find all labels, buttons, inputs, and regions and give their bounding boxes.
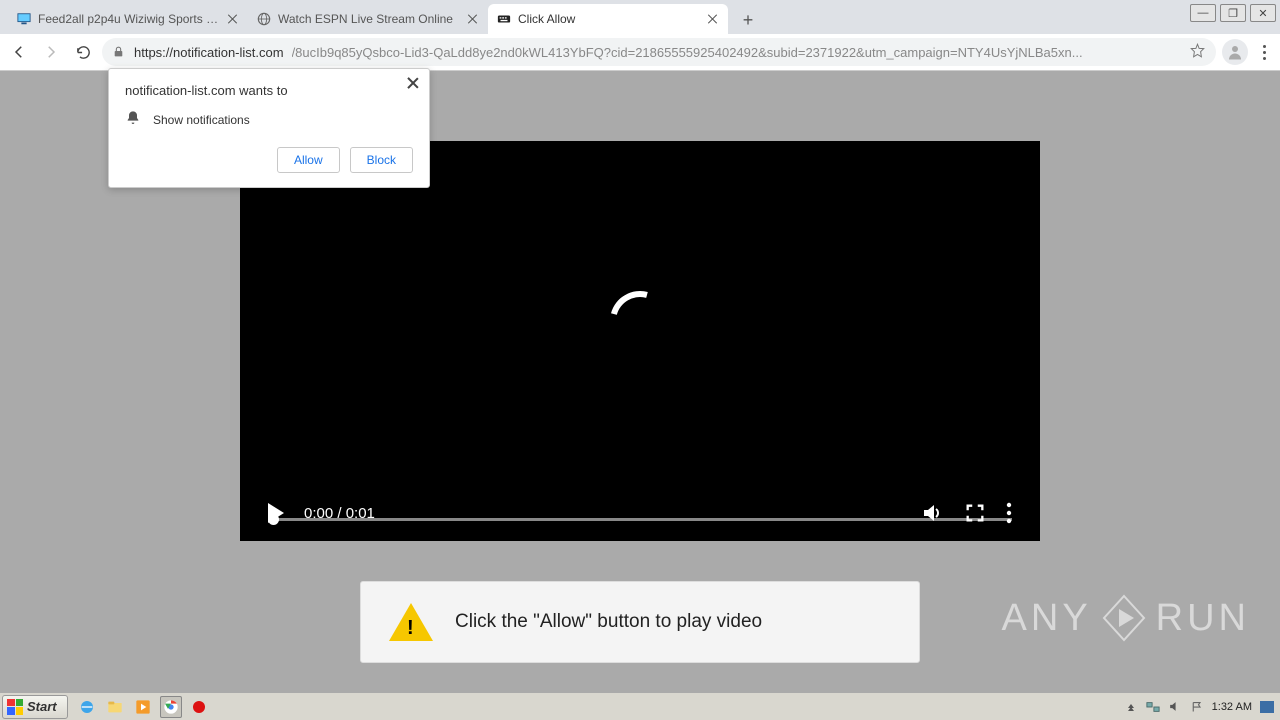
hint-text: Click the "Allow" button to play video <box>455 611 762 633</box>
play-outline-icon <box>1100 594 1148 642</box>
taskbar-red-circle-icon[interactable] <box>188 696 210 718</box>
close-window-button[interactable]: ✕ <box>1250 4 1276 22</box>
notification-permission-prompt: notification-list.com wants to Show noti… <box>108 68 430 188</box>
taskbar-chrome-icon[interactable] <box>160 696 182 718</box>
back-button[interactable] <box>6 39 32 65</box>
system-tray: 1:32 AM <box>1124 700 1280 714</box>
tray-network-icon[interactable] <box>1146 700 1160 714</box>
video-time: 0:00 / 0:01 <box>304 505 375 522</box>
address-bar[interactable]: https://notification-list.com /8ucIb9q85… <box>102 38 1216 66</box>
anyrun-watermark: ANY RUN <box>1002 594 1250 642</box>
allow-button[interactable]: Allow <box>277 147 340 173</box>
watermark-left: ANY <box>1002 597 1092 640</box>
browser-menu-button[interactable] <box>1254 45 1274 60</box>
taskbar-ie-icon[interactable] <box>76 696 98 718</box>
loading-spinner-icon <box>599 280 681 362</box>
favicon-keyboard-icon <box>496 11 512 27</box>
fullscreen-icon[interactable] <box>964 502 986 524</box>
tab-2[interactable]: Watch ESPN Live Stream Online <box>248 4 488 34</box>
reload-button[interactable] <box>70 39 96 65</box>
tab-title: Watch ESPN Live Stream Online <box>278 12 460 26</box>
url-host: https://notification-list.com <box>134 45 284 60</box>
profile-avatar[interactable] <box>1222 39 1248 65</box>
close-icon[interactable] <box>466 12 480 26</box>
new-tab-button[interactable]: + <box>734 6 762 34</box>
forward-button[interactable] <box>38 39 64 65</box>
watermark-right: RUN <box>1156 597 1250 640</box>
taskbar-media-icon[interactable] <box>132 696 154 718</box>
favicon-globe-icon <box>256 11 272 27</box>
tab-3-active[interactable]: Click Allow <box>488 4 728 34</box>
permission-title: notification-list.com wants to <box>125 83 413 98</box>
video-more-icon[interactable] <box>1006 502 1012 524</box>
taskbar: Start 1:32 AM <box>0 692 1280 720</box>
tray-clock[interactable]: 1:32 AM <box>1212 701 1252 713</box>
start-button[interactable]: Start <box>2 695 68 719</box>
close-icon[interactable] <box>226 12 240 26</box>
play-icon[interactable] <box>268 503 284 523</box>
video-controls: 0:00 / 0:01 <box>240 485 1040 541</box>
close-icon[interactable] <box>706 12 720 26</box>
close-icon[interactable] <box>405 75 421 91</box>
taskbar-explorer-icon[interactable] <box>104 696 126 718</box>
warning-icon <box>389 603 433 641</box>
tab-1[interactable]: Feed2all p2p4u Wiziwig Sports Live F <box>8 4 248 34</box>
tab-title: Click Allow <box>518 12 700 26</box>
tray-flag-icon[interactable] <box>1190 700 1204 714</box>
tab-title: Feed2all p2p4u Wiziwig Sports Live F <box>38 12 220 26</box>
volume-icon[interactable] <box>920 501 944 525</box>
toolbar: https://notification-list.com /8ucIb9q85… <box>0 34 1280 71</box>
video-player[interactable]: 0:00 / 0:01 <box>240 141 1040 541</box>
bell-icon <box>125 110 141 129</box>
url-path: /8ucIb9q85yQsbco-Lid3-QaLdd8ye2nd0kWL413… <box>292 45 1182 60</box>
permission-item: Show notifications <box>153 113 250 127</box>
minimize-button[interactable]: — <box>1190 4 1216 22</box>
tray-show-desktop[interactable] <box>1260 700 1274 714</box>
favicon-monitor-icon <box>16 11 32 27</box>
tabstrip: Feed2all p2p4u Wiziwig Sports Live F Wat… <box>0 0 1280 34</box>
maximize-button[interactable]: ❐ <box>1220 4 1246 22</box>
block-button[interactable]: Block <box>350 147 413 173</box>
tray-volume-icon[interactable] <box>1168 700 1182 714</box>
bookmark-star-icon[interactable] <box>1190 43 1206 61</box>
tray-expand-icon[interactable] <box>1124 700 1138 714</box>
lock-icon <box>112 45 126 59</box>
hint-banner: Click the "Allow" button to play video <box>360 581 920 663</box>
windows-flag-icon <box>7 699 23 715</box>
start-label: Start <box>27 699 57 714</box>
